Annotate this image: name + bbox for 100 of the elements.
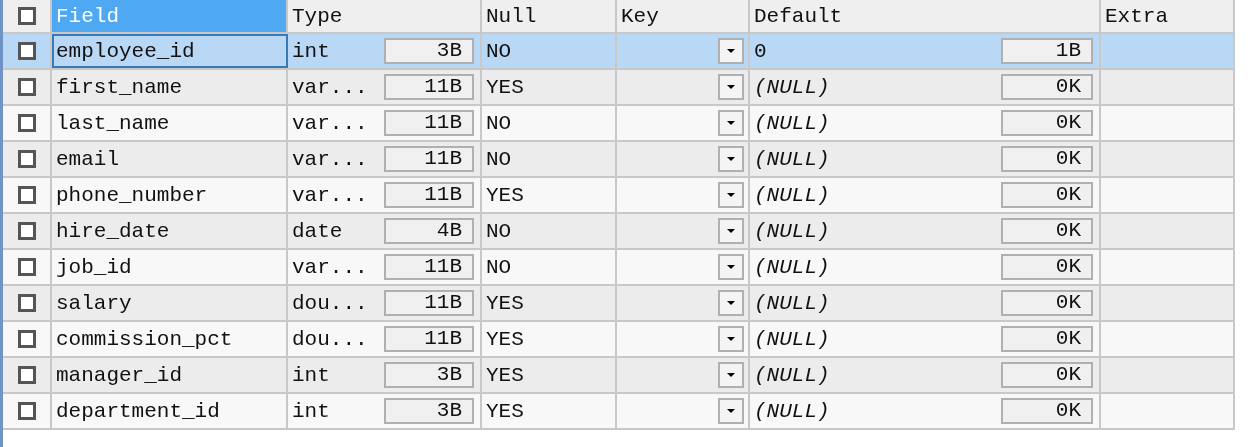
- null-text: YES: [486, 291, 524, 315]
- table-row[interactable]: last_name var... 11B NO (NULL) 0K: [3, 106, 1235, 142]
- type-text: var...: [292, 147, 368, 171]
- dropdown-button[interactable]: [718, 38, 744, 64]
- field-name: phone_number: [56, 183, 208, 207]
- null-text: NO: [486, 219, 512, 243]
- row-checkbox[interactable]: [17, 366, 36, 384]
- default-size-field[interactable]: 0K: [1001, 74, 1093, 100]
- type-text: var...: [292, 75, 368, 99]
- table-row[interactable]: first_name var... 11B YES (NULL) 0K: [3, 70, 1235, 106]
- field-name: first_name: [56, 75, 183, 99]
- column-header[interactable]: Null: [482, 0, 617, 32]
- default-size-field[interactable]: 0K: [1001, 218, 1093, 244]
- row-checkbox[interactable]: [17, 222, 36, 240]
- caret-icon: [726, 228, 736, 234]
- row-checkbox[interactable]: [17, 294, 36, 312]
- table-row[interactable]: commission_pct dou... 11B YES (NULL) 0K: [3, 322, 1235, 358]
- type-text: date: [292, 219, 343, 243]
- null-text: NO: [486, 39, 512, 63]
- null-text: YES: [486, 75, 524, 99]
- dropdown-button[interactable]: [718, 290, 744, 316]
- dropdown-button[interactable]: [718, 182, 744, 208]
- column-header[interactable]: Type: [288, 0, 482, 32]
- dropdown-button[interactable]: [718, 218, 744, 244]
- dropdown-button[interactable]: [718, 74, 744, 100]
- table-row[interactable]: hire_date date 4B NO (NULL) 0K: [3, 214, 1235, 250]
- dropdown-button[interactable]: [718, 146, 744, 172]
- null-text: NO: [486, 255, 512, 279]
- caret-icon: [726, 156, 736, 162]
- column-header[interactable]: Key: [617, 0, 750, 32]
- default-size-field[interactable]: 0K: [1001, 182, 1093, 208]
- field-name: last_name: [56, 111, 170, 135]
- table-row[interactable]: email var... 11B NO (NULL) 0K: [3, 142, 1235, 178]
- type-size-field[interactable]: 3B: [384, 38, 474, 64]
- type-size-field[interactable]: 11B: [384, 110, 474, 136]
- default-value: 0: [754, 39, 767, 63]
- dropdown-button[interactable]: [718, 362, 744, 388]
- row-checkbox[interactable]: [17, 114, 36, 132]
- null-text: YES: [486, 363, 524, 387]
- field-name: employee_id: [56, 39, 195, 63]
- null-text: NO: [486, 111, 512, 135]
- default-size-field[interactable]: 0K: [1001, 326, 1093, 352]
- type-size-field[interactable]: 11B: [384, 254, 474, 280]
- default-value: (NULL): [754, 291, 830, 315]
- row-checkbox[interactable]: [17, 150, 36, 168]
- type-size-field[interactable]: 11B: [384, 146, 474, 172]
- caret-icon: [726, 372, 736, 378]
- type-size-field[interactable]: 3B: [384, 362, 474, 388]
- row-checkbox[interactable]: [17, 258, 36, 276]
- default-value: (NULL): [754, 75, 830, 99]
- default-size-field[interactable]: 0K: [1001, 398, 1093, 424]
- table-row[interactable]: job_id var... 11B NO (NULL) 0K: [3, 250, 1235, 286]
- row-checkbox[interactable]: [17, 78, 36, 96]
- table-row[interactable]: manager_id int 3B YES (NULL) 0K: [3, 358, 1235, 394]
- default-size-field[interactable]: 1B: [1001, 38, 1093, 64]
- column-header[interactable]: Default: [750, 0, 1101, 32]
- field-name: department_id: [56, 399, 220, 423]
- default-value: (NULL): [754, 111, 830, 135]
- row-checkbox[interactable]: [17, 402, 36, 420]
- default-size-field[interactable]: 0K: [1001, 146, 1093, 172]
- table-row[interactable]: department_id int 3B YES (NULL) 0K: [3, 394, 1235, 430]
- caret-icon: [726, 336, 736, 342]
- table-row[interactable]: employee_id int 3B NO 0 1B: [3, 34, 1235, 70]
- dropdown-button[interactable]: [718, 110, 744, 136]
- caret-icon: [726, 120, 736, 126]
- default-value: (NULL): [754, 255, 830, 279]
- caret-icon: [726, 300, 736, 306]
- type-size-field[interactable]: 11B: [384, 74, 474, 100]
- type-text: int: [292, 399, 330, 423]
- type-size-field[interactable]: 4B: [384, 218, 474, 244]
- row-checkbox[interactable]: [17, 186, 36, 204]
- null-text: NO: [486, 147, 512, 171]
- select-all-checkbox[interactable]: [17, 7, 36, 25]
- default-size-field[interactable]: 0K: [1001, 362, 1093, 388]
- default-value: (NULL): [754, 327, 830, 351]
- table-row[interactable]: salary dou... 11B YES (NULL) 0K: [3, 286, 1235, 322]
- dropdown-button[interactable]: [718, 326, 744, 352]
- default-size-field[interactable]: 0K: [1001, 290, 1093, 316]
- caret-icon: [726, 84, 736, 90]
- default-size-field[interactable]: 0K: [1001, 110, 1093, 136]
- field-name: hire_date: [56, 219, 170, 243]
- table-row[interactable]: phone_number var... 11B YES (NULL) 0K: [3, 178, 1235, 214]
- default-size-field[interactable]: 0K: [1001, 254, 1093, 280]
- column-header[interactable]: Extra: [1101, 0, 1235, 32]
- type-size-field[interactable]: 11B: [384, 326, 474, 352]
- row-checkbox[interactable]: [17, 330, 36, 348]
- type-text: var...: [292, 255, 368, 279]
- row-checkbox[interactable]: [17, 42, 36, 60]
- field-name: commission_pct: [56, 327, 233, 351]
- dropdown-button[interactable]: [718, 254, 744, 280]
- field-name: email: [56, 147, 119, 171]
- type-size-field[interactable]: 3B: [384, 398, 474, 424]
- dropdown-button[interactable]: [718, 398, 744, 424]
- type-size-field[interactable]: 11B: [384, 290, 474, 316]
- null-text: YES: [486, 399, 524, 423]
- null-text: YES: [486, 183, 524, 207]
- caret-icon: [726, 48, 736, 54]
- default-value: (NULL): [754, 147, 830, 171]
- type-size-field[interactable]: 11B: [384, 182, 474, 208]
- default-value: (NULL): [754, 219, 830, 243]
